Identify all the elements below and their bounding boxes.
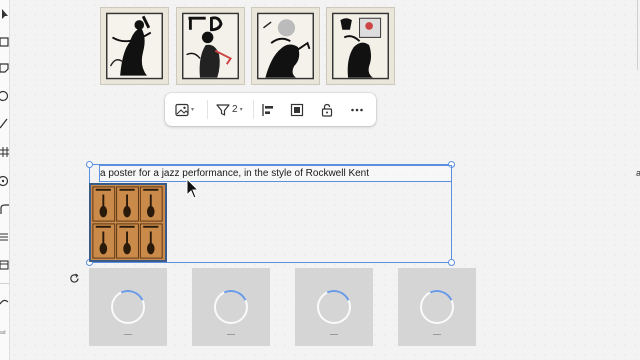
resize-handle-bottom-right[interactable] [448,259,455,266]
grid-icon[interactable] [0,146,10,158]
toolbar-caption: ad [0,330,6,336]
align-left-icon [261,103,275,117]
filter-count: 2 [232,104,238,115]
more-horizontal-icon [350,103,364,117]
toolbar-divider [0,283,9,284]
spinner-progress [106,285,150,329]
loading-placeholder [192,268,270,346]
loading-placeholder [295,268,373,346]
loading-placeholder [89,268,167,346]
toolbar-separator [207,100,208,119]
image-icon [175,103,189,117]
shape-icon[interactable] [0,90,10,102]
placeholder-caption [330,334,338,335]
placeholder-caption [227,334,235,335]
connector-icon[interactable] [0,203,10,215]
emoji-icon[interactable] [0,175,10,187]
more-options-button[interactable] [350,101,364,118]
crop-button[interactable] [290,101,304,118]
lock-button[interactable] [320,101,334,118]
list-icon[interactable] [0,231,10,243]
filter-button[interactable]: 2 ▾ [216,101,243,118]
jazz-poster-3[interactable] [251,7,320,85]
chevron-down-icon: ▾ [239,107,243,113]
image-frame-icon [290,103,304,117]
jazz-poster-4[interactable] [326,7,395,85]
sticky-note-icon[interactable] [0,62,10,74]
select-icon[interactable] [0,8,10,20]
prompt-text[interactable]: a poster for a jazz performance, in the … [100,167,369,180]
filter-icon [216,103,230,117]
loading-placeholder [398,268,476,346]
jazz-poster-2[interactable] [176,7,245,85]
jazz-poster-1[interactable] [100,7,169,85]
more-tools-icon[interactable] [0,296,10,308]
image-context-toolbar: ▾ 2 ▾ [165,93,376,126]
placeholder-caption [433,334,441,335]
mouse-cursor-icon [186,177,200,205]
resize-handle-top-left[interactable] [86,161,93,168]
left-toolbar: ad [0,0,10,360]
spinner-progress [415,285,459,329]
align-button[interactable] [261,101,275,118]
table-icon[interactable] [0,259,10,271]
generated-image-thumbnail[interactable] [89,183,167,262]
canvas-edge-line [637,0,638,70]
pen-icon[interactable] [0,117,10,129]
chevron-down-icon: ▾ [191,107,195,113]
offscreen-text: a [636,168,640,178]
regenerate-icon[interactable] [69,271,80,289]
image-menu-button[interactable]: ▾ [175,101,194,118]
lock-icon [320,103,334,117]
frame-icon[interactable] [0,36,10,48]
spinner-progress [312,285,356,329]
spinner-progress [209,285,253,329]
toolbar-separator [253,100,254,119]
placeholder-caption [124,334,132,335]
